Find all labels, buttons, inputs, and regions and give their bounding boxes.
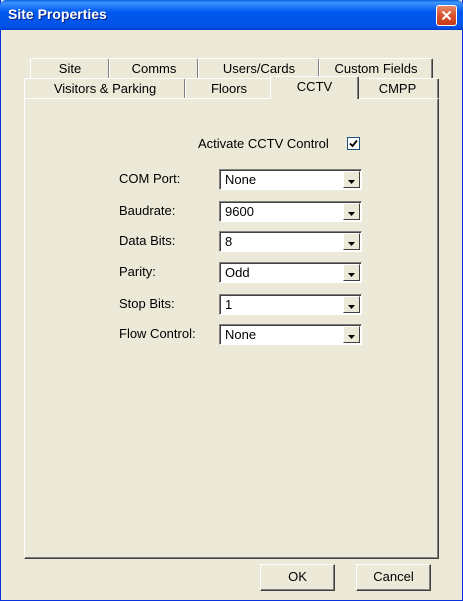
tab-cctv[interactable]: CCTV	[270, 76, 359, 99]
baudrate-label: Baudrate:	[119, 203, 176, 218]
activate-cctv-label: Activate CCTV Control	[198, 136, 329, 151]
parity-label: Parity:	[119, 264, 156, 279]
flow-control-dropdown-button[interactable]	[343, 326, 360, 343]
chevron-down-icon	[348, 328, 355, 342]
tab-visitors-parking[interactable]: Visitors & Parking	[24, 78, 186, 98]
tab-users-cards[interactable]: Users/Cards	[198, 58, 320, 78]
com-port-value: None	[225, 172, 257, 187]
flow-control-label: Flow Control:	[119, 326, 196, 341]
parity-select[interactable]: Odd	[219, 262, 362, 283]
chevron-down-icon	[348, 266, 355, 280]
parity-dropdown-button[interactable]	[343, 264, 360, 281]
chevron-down-icon	[348, 235, 355, 249]
parity-value: Odd	[225, 265, 250, 280]
com-port-dropdown-button[interactable]	[343, 171, 360, 188]
tab-custom-fields[interactable]: Custom Fields	[319, 58, 433, 78]
tab-floors[interactable]: Floors	[185, 78, 273, 98]
com-port-label: COM Port:	[119, 171, 181, 186]
baudrate-dropdown-button[interactable]	[343, 203, 360, 220]
baudrate-value: 9600	[225, 204, 254, 219]
flow-control-select[interactable]: None	[219, 324, 362, 345]
tab-comms[interactable]: Comms	[109, 58, 199, 78]
data-bits-select[interactable]: 8	[219, 231, 362, 252]
tab-cmpp[interactable]: CMPP	[356, 78, 439, 98]
com-port-select[interactable]: None	[219, 169, 362, 190]
activate-cctv-checkbox[interactable]	[347, 137, 360, 150]
data-bits-value: 8	[225, 234, 233, 249]
data-bits-label: Data Bits:	[119, 233, 176, 248]
title-bar[interactable]: Site Properties	[0, 0, 463, 30]
close-button[interactable]	[436, 5, 457, 26]
cancel-button[interactable]: Cancel	[356, 564, 431, 591]
chevron-down-icon	[348, 298, 355, 312]
data-bits-dropdown-button[interactable]	[343, 233, 360, 250]
stop-bits-select[interactable]: 1	[219, 294, 362, 315]
tab-site[interactable]: Site	[30, 58, 110, 78]
checkmark-icon	[349, 137, 358, 151]
close-icon	[441, 10, 452, 21]
baudrate-select[interactable]: 9600	[219, 201, 362, 222]
flow-control-value: None	[225, 327, 257, 342]
site-properties-dialog: Site Properties Site Comms Users/Cards C…	[0, 0, 463, 601]
stop-bits-dropdown-button[interactable]	[343, 296, 360, 313]
stop-bits-value: 1	[225, 297, 233, 312]
window-title: Site Properties	[8, 6, 107, 22]
chevron-down-icon	[348, 173, 355, 187]
ok-button[interactable]: OK	[260, 564, 335, 591]
chevron-down-icon	[348, 205, 355, 219]
stop-bits-label: Stop Bits:	[119, 296, 175, 311]
